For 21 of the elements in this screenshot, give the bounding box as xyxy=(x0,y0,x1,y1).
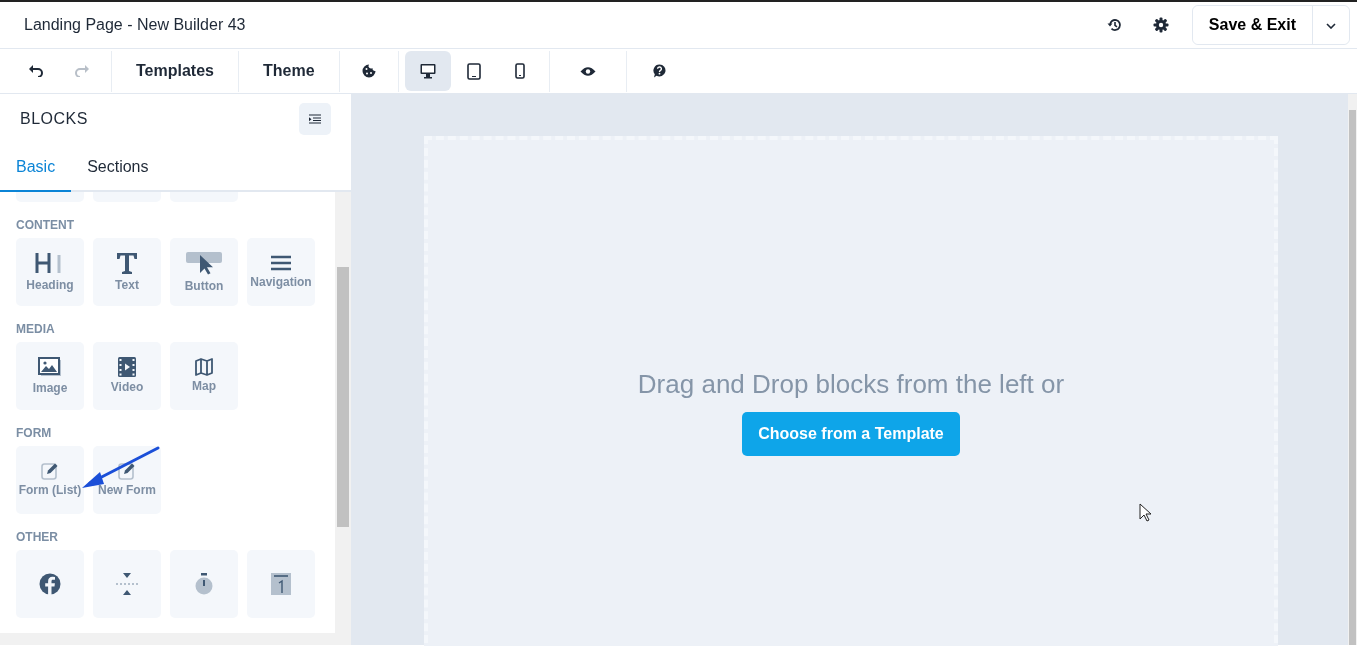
block-tile[interactable]: New Form xyxy=(93,446,161,514)
block-tile[interactable]: Image xyxy=(16,342,84,410)
block-tile[interactable]: Map xyxy=(170,342,238,410)
block-tile[interactable]: Heading xyxy=(16,238,84,306)
panel-title: BLOCKS xyxy=(20,109,88,129)
window-title: Landing Page - New Builder 43 xyxy=(24,16,246,33)
category-title: MEDIA xyxy=(16,322,56,336)
templates-button[interactable]: Templates xyxy=(118,51,232,91)
block-tile[interactable]: Button xyxy=(170,238,238,306)
block-tile[interactable]: Text xyxy=(93,238,161,306)
tab[interactable]: Sections xyxy=(71,144,165,192)
block-tile[interactable]: Video xyxy=(93,342,161,410)
category-title: OTHER xyxy=(16,530,59,544)
block-tile[interactable]: Navigation xyxy=(247,238,315,306)
empty-message: Drag and Drop blocks from the left or xyxy=(637,368,1065,401)
category-title: FORM xyxy=(16,426,53,440)
category-title: CONTENT xyxy=(16,218,75,232)
drop-zone[interactable]: Drag and Drop blocks from the left or Choose from a Template xyxy=(424,136,1278,646)
block-tile[interactable]: Form (List) xyxy=(16,446,84,514)
theme-button[interactable]: Theme xyxy=(244,51,333,91)
choose-template-button[interactable]: Choose from a Template xyxy=(742,412,960,456)
